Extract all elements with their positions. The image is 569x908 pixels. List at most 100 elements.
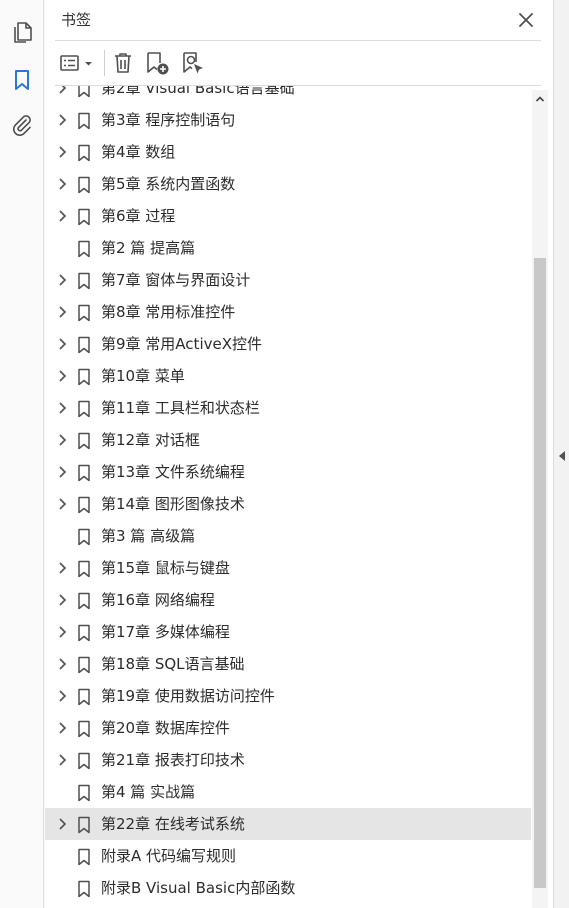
bookmark-row[interactable]: 第21章 报表打印技术: [45, 744, 531, 776]
chevron-right-icon[interactable]: [55, 625, 69, 639]
new-bookmark-icon[interactable]: [144, 49, 170, 77]
bookmark-label: 第3 篇 高级篇: [101, 527, 196, 545]
panel-collapse-strip[interactable]: [553, 0, 569, 908]
chevron-right-icon[interactable]: [55, 86, 69, 95]
chevron-right-icon[interactable]: [55, 177, 69, 191]
chevron-right-icon[interactable]: [55, 593, 69, 607]
bookmark-row[interactable]: 第20章 数据库控件: [45, 712, 531, 744]
scrollbar-thumb[interactable]: [534, 258, 546, 888]
bookmark-row[interactable]: 第3 篇 高级篇: [45, 520, 531, 552]
bookmark-label: 第10章 菜单: [101, 367, 185, 385]
chevron-right-icon[interactable]: [55, 721, 69, 735]
toolbar-separator: [104, 50, 105, 76]
bookmark-label: 第14章 图形图像技术: [101, 495, 245, 513]
bookmark-icon: [78, 656, 90, 674]
bookmark-row[interactable]: 第14章 图形图像技术: [45, 488, 531, 520]
chevron-right-icon[interactable]: [55, 497, 69, 511]
bookmark-icon[interactable]: [7, 65, 37, 95]
chevron-right-icon[interactable]: [55, 337, 69, 351]
panel-title: 书签: [61, 11, 92, 29]
chevron-right-icon[interactable]: [55, 113, 69, 127]
bookmark-icon: [78, 784, 90, 802]
bookmark-label: 第17章 多媒体编程: [101, 623, 230, 641]
bookmark-icon: [78, 528, 90, 546]
chevron-right-icon[interactable]: [55, 465, 69, 479]
bookmark-icon: [78, 208, 90, 226]
bookmark-row[interactable]: 第18章 SQL语言基础: [45, 648, 531, 680]
chevron-right-icon[interactable]: [55, 145, 69, 159]
chevron-right-icon[interactable]: [55, 689, 69, 703]
bookmark-label: 第4 篇 实战篇: [101, 783, 196, 801]
delete-icon[interactable]: [111, 49, 135, 77]
bookmark-icon: [78, 86, 90, 98]
bookmark-label: 第15章 鼠标与键盘: [101, 559, 230, 577]
scroll-up-icon[interactable]: [535, 94, 545, 104]
bookmark-row[interactable]: 附录A 代码编写规则: [45, 840, 531, 872]
bookmark-icon: [78, 400, 90, 418]
bookmark-row[interactable]: 第17章 多媒体编程: [45, 616, 531, 648]
bookmark-row[interactable]: 第10章 菜单: [45, 360, 531, 392]
chevron-right-icon[interactable]: [55, 401, 69, 415]
bookmark-row[interactable]: 第8章 常用标准控件: [45, 296, 531, 328]
bookmark-row[interactable]: 第5章 系统内置函数: [45, 168, 531, 200]
bookmark-label: 第18章 SQL语言基础: [101, 655, 245, 673]
bookmarks-toolbar: [45, 41, 553, 85]
bookmark-icon: [78, 720, 90, 738]
bookmark-label: 第2章 Visual Basic语言基础: [101, 86, 295, 97]
bookmark-row[interactable]: 第19章 使用数据访问控件: [45, 680, 531, 712]
bookmark-row[interactable]: 第9章 常用ActiveX控件: [45, 328, 531, 360]
pages-icon[interactable]: [7, 18, 37, 48]
bookmark-label: 第2 篇 提高篇: [101, 239, 196, 257]
bookmark-row[interactable]: 第3章 程序控制语句: [45, 104, 531, 136]
bookmark-tree: 第2章 Visual Basic语言基础第3章 程序控制语句第4章 数组第5章 …: [45, 86, 531, 908]
chevron-right-icon[interactable]: [55, 561, 69, 575]
vertical-scrollbar[interactable]: [532, 90, 548, 908]
bookmark-label: 第5章 系统内置函数: [101, 175, 236, 193]
bookmark-row[interactable]: 第16章 网络编程: [45, 584, 531, 616]
bookmark-row[interactable]: 第6章 过程: [45, 200, 531, 232]
bookmark-icon: [78, 560, 90, 578]
bookmark-icon: [78, 304, 90, 322]
chevron-right-icon[interactable]: [55, 209, 69, 223]
bookmark-row[interactable]: 附录B Visual Basic内部函数: [45, 872, 531, 904]
chevron-right-icon[interactable]: [55, 753, 69, 767]
bookmark-row[interactable]: 第22章 在线考试系统: [45, 808, 531, 840]
bookmark-icon: [78, 112, 90, 130]
bookmark-label: 第9章 常用ActiveX控件: [101, 335, 262, 353]
bookmark-row[interactable]: 第11章 工具栏和状态栏: [45, 392, 531, 424]
chevron-right-icon[interactable]: [55, 305, 69, 319]
bookmark-row[interactable]: 第15章 鼠标与键盘: [45, 552, 531, 584]
chevron-right-icon[interactable]: [55, 273, 69, 287]
bookmark-icon: [78, 688, 90, 706]
bookmark-icon: [78, 464, 90, 482]
bookmark-row[interactable]: 第2 篇 提高篇: [45, 232, 531, 264]
bookmark-label: 第6章 过程: [101, 207, 176, 225]
bookmark-row[interactable]: 第2章 Visual Basic语言基础: [45, 86, 531, 104]
bookmark-icon: [78, 496, 90, 514]
bookmark-label: 第11章 工具栏和状态栏: [101, 399, 260, 417]
bookmark-label: 第20章 数据库控件: [101, 719, 230, 737]
bookmark-label: 第13章 文件系统编程: [101, 463, 245, 481]
attachment-icon[interactable]: [7, 110, 37, 140]
bookmark-icon: [78, 880, 90, 898]
collapse-panel-icon[interactable]: [558, 450, 566, 462]
bookmark-row[interactable]: 第4 篇 实战篇: [45, 776, 531, 808]
bookmark-label: 第3章 程序控制语句: [101, 111, 236, 129]
bookmark-row[interactable]: 第4章 数组: [45, 136, 531, 168]
bookmark-row[interactable]: 第13章 文件系统编程: [45, 456, 531, 488]
options-menu-button[interactable]: [59, 49, 97, 77]
bookmark-from-selection-icon[interactable]: [180, 49, 206, 77]
chevron-right-icon[interactable]: [55, 433, 69, 447]
bookmark-row[interactable]: 第12章 对话框: [45, 424, 531, 456]
bookmark-row[interactable]: 第7章 窗体与界面设计: [45, 264, 531, 296]
bookmark-label: 附录A 代码编写规则: [101, 847, 237, 865]
chevron-right-icon[interactable]: [55, 369, 69, 383]
chevron-right-icon[interactable]: [55, 817, 69, 831]
bookmark-label: 第22章 在线考试系统: [101, 815, 245, 833]
bookmarks-panel: 书签 第2章 Visual Basic语言基础 第3章 程序控制语句 第4章 数…: [45, 0, 553, 908]
bookmark-icon: [78, 272, 90, 290]
chevron-right-icon[interactable]: [55, 657, 69, 671]
bookmark-label: 第16章 网络编程: [101, 591, 215, 609]
close-icon[interactable]: [515, 9, 537, 31]
panel-header: 书签: [45, 0, 553, 40]
